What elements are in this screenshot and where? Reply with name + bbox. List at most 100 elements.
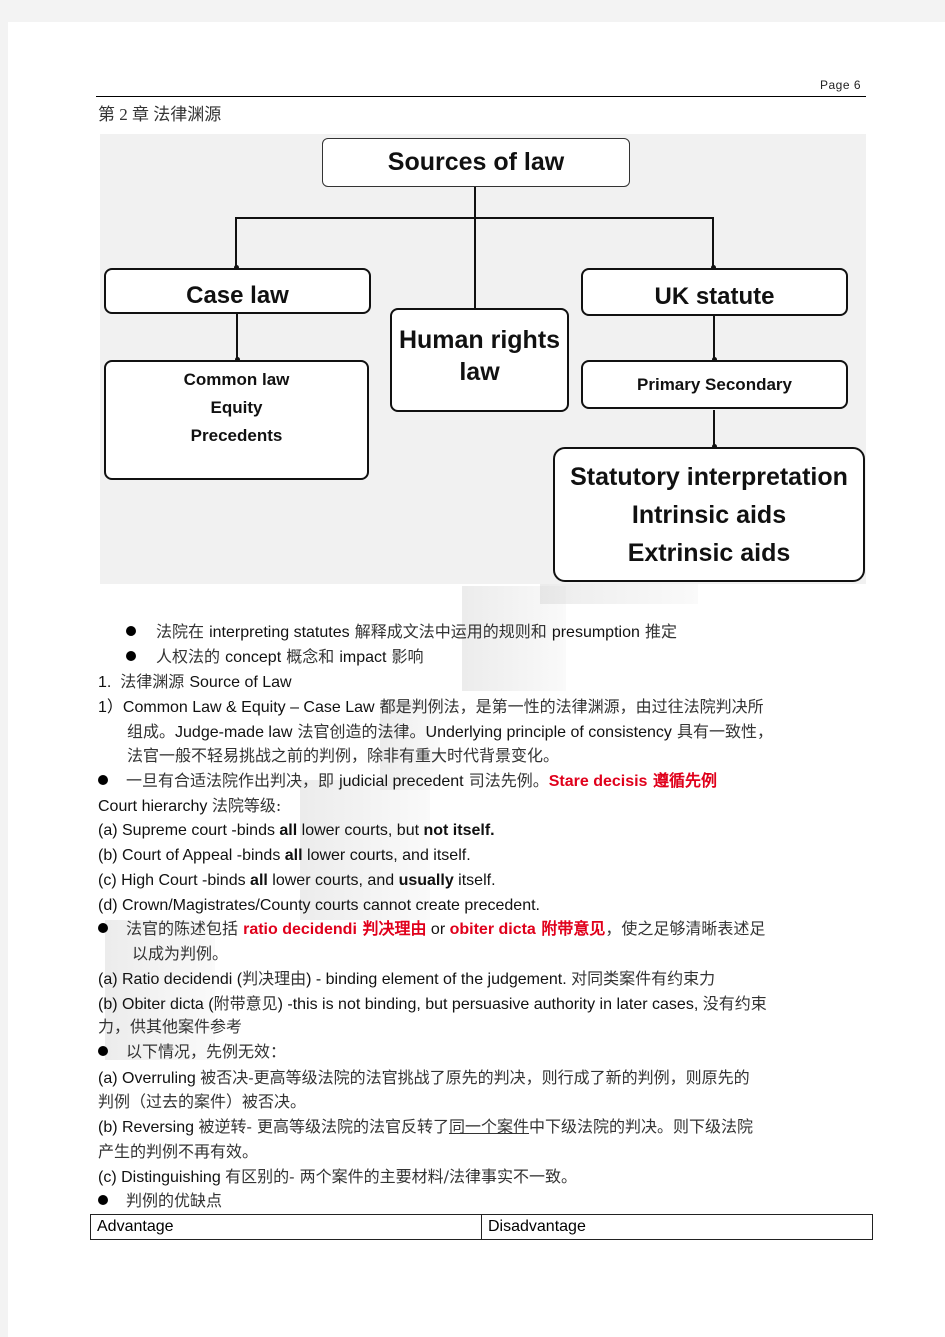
table-header-disadvantage: Disadvantage bbox=[481, 1214, 873, 1240]
text-zh: 法律渊源 bbox=[120, 672, 190, 691]
text-zh: 法官的陈述包括 bbox=[126, 919, 244, 938]
text-en: or bbox=[426, 921, 450, 938]
bullet-ratio-obiter-line2: 以成为判例。 bbox=[132, 942, 228, 967]
text-en: Underlying principle of consistency bbox=[425, 724, 672, 741]
node-label: Intrinsic aids bbox=[631, 500, 787, 529]
text-en: ) - binding element of the judgement. bbox=[306, 971, 572, 988]
chapter-title: 第 2 章 法律渊源 bbox=[98, 105, 222, 124]
text-en: Judge-made law bbox=[175, 724, 293, 741]
text-zh: 以下情况，先例无效： bbox=[126, 1042, 287, 1061]
text-zh: 产生的判例不再有效。 bbox=[98, 1142, 259, 1161]
connector-case-law bbox=[235, 217, 237, 268]
node-case-law-children: Common law Equity Precedents bbox=[104, 360, 369, 480]
stare-decisis-term: Stare decisis bbox=[548, 773, 648, 790]
text-zh: 对同类案件有约束力 bbox=[571, 969, 716, 988]
text-zh: 被否决-更高等级法院的法官挑战了原先的判决，则行成了新的判例，则原先的 bbox=[200, 1068, 750, 1087]
text-en: (a) Overruling bbox=[98, 1070, 201, 1087]
text-zh: 推定 bbox=[639, 622, 677, 641]
text-zh: 司法先例。 bbox=[463, 771, 549, 790]
section-heading-source-of-law: 1. 法律渊源 Source of Law bbox=[98, 670, 292, 695]
text-en: ) -this is not binding, but persuasive a… bbox=[277, 996, 703, 1013]
court-item: (a) Supreme court -binds all lower court… bbox=[98, 819, 495, 843]
node-human-rights-law: Human rights law bbox=[390, 308, 569, 412]
text-zh: 组成。 bbox=[127, 722, 176, 741]
court-item: (b) Court of Appeal -binds all lower cou… bbox=[98, 844, 471, 868]
header-rule bbox=[96, 96, 866, 97]
text-bold: not itself. bbox=[423, 822, 495, 839]
text-en: Source of Law bbox=[189, 674, 292, 691]
text-zh: 附带意见 bbox=[535, 919, 606, 938]
text-en: itself. bbox=[453, 872, 496, 889]
text-zh: 法院在 bbox=[156, 622, 210, 641]
item-common-law-line1: 1）Common Law & Equity – Case Law 都是判例法，是… bbox=[98, 695, 764, 720]
text-zh: 被逆转- 更高等级法院的法官反转了 bbox=[198, 1117, 449, 1136]
text-zh: 判决理由 bbox=[356, 919, 427, 938]
node-label: Precedents bbox=[190, 426, 283, 445]
text-en: (b) Obiter dicta ( bbox=[98, 996, 214, 1013]
sources-of-law-diagram: Sources of law Case law Common law Equit… bbox=[100, 134, 866, 584]
bullet-icon bbox=[98, 774, 108, 785]
node-sources-of-law: Sources of law bbox=[322, 138, 630, 187]
text-zh: 概念和 bbox=[281, 647, 340, 666]
connector-statute-grandchild bbox=[713, 410, 715, 447]
text-bold: all bbox=[284, 847, 303, 864]
text-zh: 人权法的 bbox=[156, 647, 226, 666]
bullet-icon bbox=[126, 625, 136, 636]
text-en: (b) Reversing bbox=[98, 1119, 199, 1136]
text-en: lower courts, and itself. bbox=[302, 847, 471, 864]
connector-horizontal bbox=[235, 217, 714, 219]
text-en: (d) Crown/Magistrates/County courts cann… bbox=[98, 897, 540, 914]
text-en: (b) Court of Appeal -binds bbox=[98, 847, 285, 864]
node-label: Case law bbox=[186, 282, 289, 309]
ratio-decidendi-definition: (a) Ratio decidendi (判决理由) - binding ele… bbox=[98, 967, 715, 992]
text-en: Common Law & Equity – Case Law bbox=[122, 699, 375, 716]
bullet-precedent-invalid: 以下情况，先例无效： bbox=[98, 1040, 286, 1065]
obiter-dicta-definition: (b) Obiter dicta (附带意见) -this is not bin… bbox=[98, 992, 767, 1017]
text-en: (a) Supreme court -binds bbox=[98, 822, 280, 839]
text-zh: 判决理由 bbox=[242, 969, 307, 988]
text-en: (a) Ratio decidendi ( bbox=[98, 971, 243, 988]
text-zh: 中下级法院的判决。则下级法院 bbox=[529, 1117, 754, 1136]
text-en: (c) Distinguishing bbox=[98, 1169, 226, 1186]
text-en: judicial precedent bbox=[339, 773, 464, 790]
text-en: interpreting statutes bbox=[209, 624, 350, 641]
text-zh: 以成为判例。 bbox=[132, 944, 229, 963]
bullet-judicial-precedent: 一旦有合适法院作出判决，即 judicial precedent 司法先例。St… bbox=[98, 769, 717, 794]
node-label: Statutory interpretation bbox=[570, 462, 848, 491]
node-statutory-interpretation: Statutory interpretation Intrinsic aids … bbox=[553, 447, 865, 582]
text-en: (c) High Court -binds bbox=[98, 872, 251, 889]
stare-decisis-zh: 遵循先例 bbox=[647, 771, 718, 790]
text-zh: 法官一般不轻易挑战之前的判例，除非有重大时代背景变化。 bbox=[127, 746, 560, 765]
text-zh: 判例（过去的案件）被否决。 bbox=[98, 1092, 307, 1111]
connector-root-down bbox=[474, 185, 476, 318]
text-en: impact bbox=[339, 649, 387, 666]
item-number: 1） bbox=[98, 699, 123, 716]
node-uk-statute: UK statute bbox=[581, 268, 848, 316]
text-zh: ，使之足够清晰表述足 bbox=[605, 919, 766, 938]
node-label: law bbox=[459, 358, 500, 386]
table-header-row: Advantage Disadvantage bbox=[90, 1214, 873, 1240]
text-zh: 都是判例法，是第一性的法律渊源，由过往法院判决所 bbox=[374, 697, 764, 716]
text-zh: 有区别的- 两个案件的主要材料/法律事实不一致。 bbox=[225, 1167, 578, 1186]
court-item: (d) Crown/Magistrates/County courts cann… bbox=[98, 894, 540, 918]
node-label: Common law bbox=[183, 370, 290, 389]
text-bold: all bbox=[279, 822, 298, 839]
overruling-item-line2: 判例（过去的案件）被否决。 bbox=[98, 1090, 306, 1115]
page-number: Page 6 bbox=[820, 78, 862, 92]
bullet-interpreting-statutes: 法院在 interpreting statutes 解释成文法中运用的规则和 p… bbox=[126, 620, 677, 645]
distinguishing-item: (c) Distinguishing 有区别的- 两个案件的主要材料/法律事实不… bbox=[98, 1165, 577, 1190]
reversing-item-line2: 产生的判例不再有效。 bbox=[98, 1140, 258, 1165]
bullet-icon bbox=[126, 650, 136, 661]
node-label: UK statute bbox=[654, 283, 775, 310]
ratio-decidendi-term: ratio decidendi bbox=[243, 921, 357, 938]
text-zh: 影响 bbox=[386, 647, 424, 666]
text-zh: 附带意见 bbox=[213, 994, 278, 1013]
text-zh: 法官创造的法律。 bbox=[292, 722, 426, 741]
node-label: Sources of law bbox=[387, 148, 565, 176]
text-en: presumption bbox=[551, 624, 640, 641]
text-zh: 一旦有合适法院作出判决，即 bbox=[126, 771, 340, 790]
table-header-advantage: Advantage bbox=[90, 1214, 482, 1240]
text-bold: all bbox=[250, 872, 268, 889]
node-label: Human rights bbox=[398, 326, 561, 354]
text-zh: 具有一致性， bbox=[671, 722, 773, 741]
